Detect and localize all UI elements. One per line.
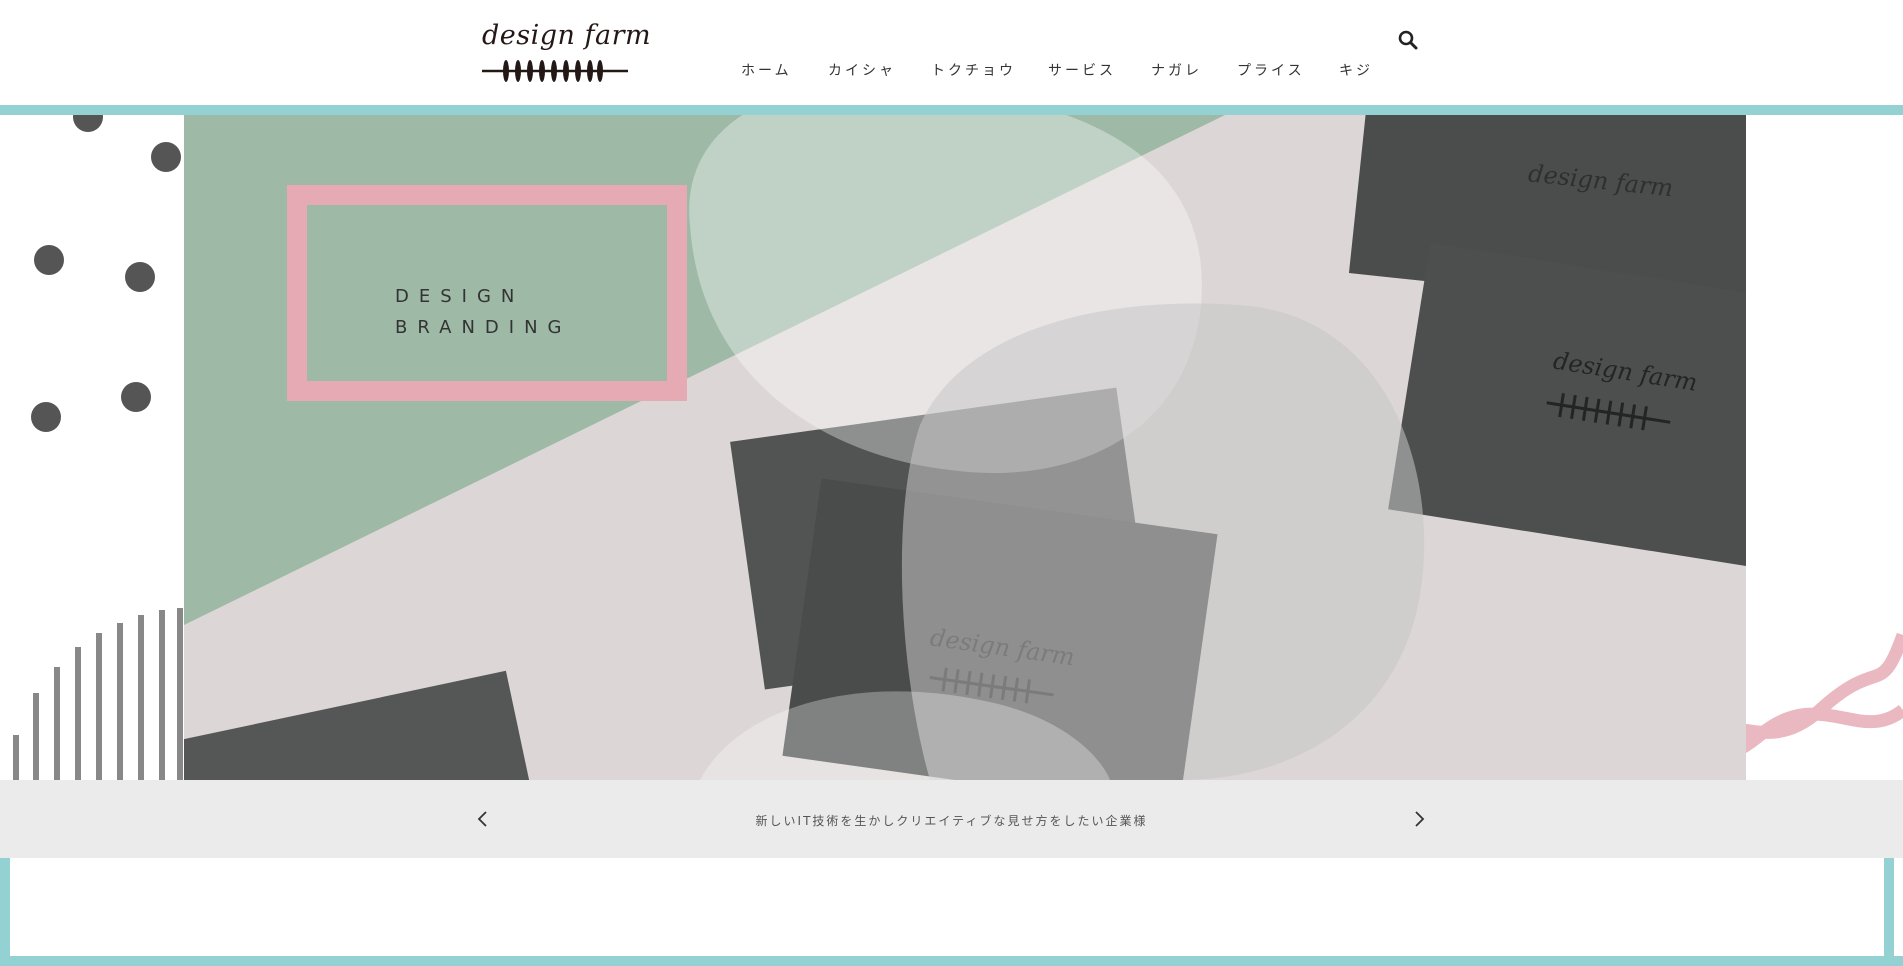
logo-mark-icon xyxy=(482,60,628,82)
site-logo[interactable]: design farm xyxy=(480,20,651,86)
hero-slider: design farm design farm design farm xyxy=(0,115,1903,780)
slider-caption: 新しいIT技術を生かしクリエイティブな見せ方をしたい企業様 xyxy=(755,814,1148,828)
logo-text: design farm xyxy=(482,20,652,51)
hero-title-line2: BRANDING xyxy=(395,317,572,338)
nav-item-home[interactable]: ホーム xyxy=(741,60,792,80)
header-divider xyxy=(0,105,1903,115)
nav-item-flow[interactable]: ナガレ xyxy=(1151,60,1202,80)
hero-title-line1: DESIGN xyxy=(395,286,525,307)
chevron-right-icon[interactable] xyxy=(1406,805,1432,833)
nav-item-services[interactable]: サービス xyxy=(1048,60,1116,80)
nav-item-price[interactable]: プライス xyxy=(1237,60,1305,80)
photo: design farm design farm design farm xyxy=(184,115,1746,780)
nav-item-articles[interactable]: キジ xyxy=(1339,60,1373,80)
site-header: design farm ホーム カイシャ トクチョウ サービス ナガレ プライス… xyxy=(0,0,1903,105)
hero-title: DESIGN BRANDING xyxy=(395,281,572,343)
frame-bottom-border xyxy=(0,956,1903,966)
nav-item-features[interactable]: トクチョウ xyxy=(931,60,1016,80)
stripe-pattern xyxy=(13,608,183,780)
slider-caption-bar: 新しいIT技術を生かしクリエイティブな見せ方をしたい企業様 xyxy=(0,780,1903,858)
search-icon[interactable] xyxy=(1397,29,1419,51)
nav-item-company[interactable]: カイシャ xyxy=(828,60,896,80)
frame-left-border xyxy=(0,858,10,966)
frame-right-border xyxy=(1884,858,1894,966)
hero-image: design farm design farm design farm xyxy=(13,115,1903,780)
